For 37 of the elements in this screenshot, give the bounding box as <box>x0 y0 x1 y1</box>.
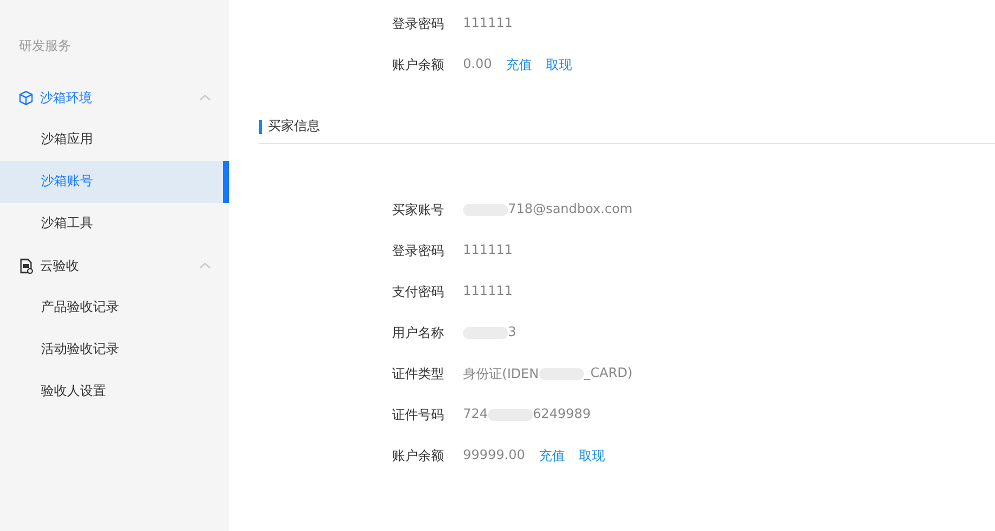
field-value: 111111 <box>463 16 513 31</box>
field-value: _CARD) <box>584 366 632 381</box>
action-link[interactable]: 取现 <box>546 56 572 74</box>
field-label: 证件类型 <box>392 366 445 382</box>
field-value: 3 <box>508 325 516 340</box>
field-label: 账户余额 <box>392 448 445 464</box>
field-label: 登录密码 <box>392 16 445 32</box>
action-link[interactable]: 取现 <box>579 446 606 464</box>
section-heading: 买家信息 <box>259 120 995 134</box>
field-label: 支付密码 <box>392 284 445 300</box>
sidebar-heading: 研发服务 <box>18 38 72 56</box>
sidebar-group[interactable]: 沙箱环境 <box>0 77 229 119</box>
field-value: 111111 <box>463 284 513 299</box>
field-value: 718@sandbox.com <box>508 202 632 217</box>
field-value: 724 <box>463 407 488 422</box>
action-link[interactable]: 充值 <box>539 446 566 464</box>
field-value: 111111 <box>463 243 513 258</box>
sidebar-item[interactable]: 产品验收记录 <box>0 287 229 329</box>
sidebar-item[interactable]: 验收人设置 <box>0 371 229 413</box>
action-link[interactable]: 充值 <box>506 56 532 74</box>
field-label: 用户名称 <box>392 324 445 342</box>
chevron-up-icon <box>199 262 211 270</box>
sidebar-item[interactable]: 沙箱工具 <box>0 203 229 245</box>
document-icon <box>18 258 34 274</box>
field-value: 6249989 <box>532 407 591 422</box>
field-value: 99999.00 <box>463 448 526 463</box>
cube-icon <box>18 90 34 106</box>
field-value: 身份证(IDEN <box>463 366 539 382</box>
sidebar-group[interactable]: 云验收 <box>0 245 229 287</box>
chevron-up-icon <box>199 94 211 102</box>
field-value: 0.00 <box>463 57 492 72</box>
field-label: 账户余额 <box>392 56 445 74</box>
sidebar-item[interactable]: 沙箱应用 <box>0 119 229 161</box>
field-label: 登录密码 <box>392 242 445 260</box>
sidebar-item[interactable]: 活动验收记录 <box>0 329 229 371</box>
field-label: 买家账号 <box>392 202 445 218</box>
field-label: 证件号码 <box>392 406 445 424</box>
